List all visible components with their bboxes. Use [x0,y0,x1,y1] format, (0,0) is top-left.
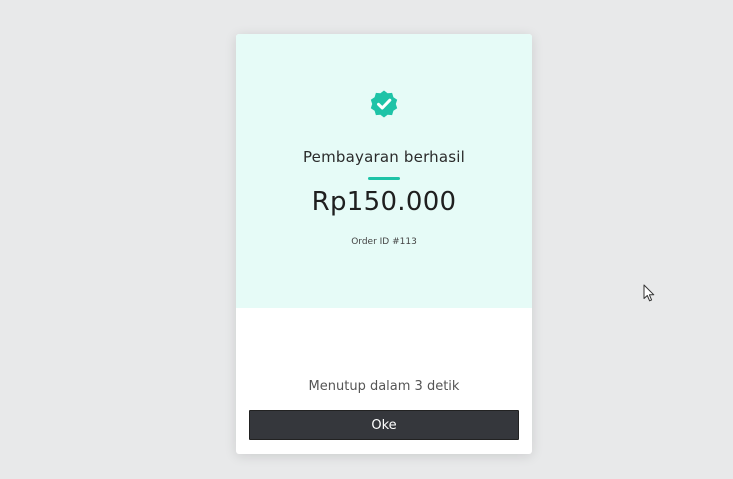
payment-amount: Rp150.000 [311,187,457,217]
payment-status-title: Pembayaran berhasil [302,148,466,166]
mouse-pointer-icon [643,284,655,302]
order-id-label: Order ID #113 [351,237,417,247]
payment-success-dialog: Pembayaran berhasil Rp150.000 Order ID #… [236,34,532,454]
accent-divider [368,177,400,180]
ok-button[interactable]: Oke [249,410,519,440]
page-background: Pembayaran berhasil Rp150.000 Order ID #… [0,0,733,479]
dialog-header-area: Pembayaran berhasil Rp150.000 Order ID #… [236,34,532,308]
auto-close-countdown: Menutup dalam 3 detik [308,379,460,394]
check-badge-icon [370,90,398,118]
